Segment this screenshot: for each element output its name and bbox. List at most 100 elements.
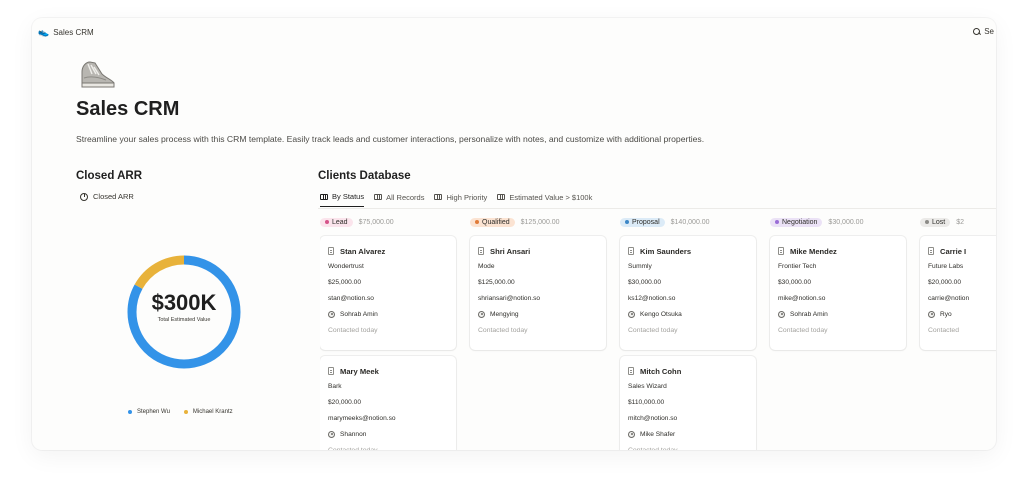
clients-database-heading: Clients Database: [318, 170, 411, 182]
client-card[interactable]: Mitch Cohn Sales Wizard $110,000.00 mitch@n…: [620, 356, 756, 450]
tab-label: Estimated Value > $100k: [509, 192, 593, 202]
tab-high-priority[interactable]: High Priority: [434, 192, 487, 207]
owner-name: Ryo: [940, 311, 952, 318]
donut-chart[interactable]: $300K Total Estimated Value: [124, 252, 244, 372]
status-badge[interactable]: Qualified: [470, 217, 515, 227]
notion-page-frame: 👟 Sales CRM Se Sales CRM Streamline your…: [32, 18, 996, 450]
status-dot-icon: [925, 220, 929, 224]
client-name: Stan Alvarez: [340, 246, 386, 256]
account-owner: Mengying: [478, 310, 598, 319]
status-badge[interactable]: Lost: [920, 217, 951, 227]
column-sum: $125,000.00: [520, 218, 560, 226]
company: Mode: [478, 263, 495, 270]
card-title[interactable]: Mitch Cohn: [628, 366, 748, 376]
board-column-negotiation: Negotiation $30,000.00 Mike Mendez Frontier…: [770, 216, 910, 350]
status-label: Qualified: [482, 218, 510, 226]
client-card[interactable]: Shri Ansari Mode $125,000.00 shriansari@not…: [470, 236, 606, 350]
page-icon: [778, 247, 784, 255]
status-badge[interactable]: Proposal: [620, 217, 665, 227]
estimated-value: $30,000.00: [778, 279, 812, 286]
status-dot-icon: [775, 220, 779, 224]
avatar: [328, 311, 335, 318]
closed-arr-heading: Closed ARR: [76, 170, 143, 182]
account-owner: Kengo Otsuka: [628, 310, 748, 319]
legend-label: Stephen Wu: [137, 409, 170, 415]
company: Bark: [328, 383, 342, 390]
search-label: Se: [984, 27, 994, 36]
page-icon: [628, 367, 634, 375]
last-contact: Contacted today: [328, 447, 448, 450]
table-icon: [497, 194, 506, 200]
owner-name: Shannon: [340, 431, 367, 438]
tab-by-status[interactable]: By Status: [320, 192, 365, 207]
account-owner: Shannon: [328, 430, 448, 439]
email[interactable]: shriansari@notion.so: [478, 295, 598, 304]
donut-total-value: $300K: [151, 290, 217, 315]
page-icon: [328, 367, 334, 375]
legend-label: Michael Krantz: [192, 409, 233, 415]
email[interactable]: mike@notion.so: [778, 295, 898, 304]
company: Sales Wizard: [628, 383, 667, 390]
email[interactable]: stan@notion.so: [328, 295, 448, 304]
status-label: Negotiation: [782, 218, 818, 226]
kanban-board: Lead $75,000.00 Stan Alvarez Wondertrust $25…: [320, 216, 996, 450]
legend-dot: [183, 410, 188, 414]
breadcrumb[interactable]: 👟 Sales CRM: [38, 27, 94, 38]
avatar: [928, 311, 935, 318]
estimated-value: $20,000.00: [328, 399, 362, 406]
avatar: [778, 311, 785, 318]
owner-name: Kengo Otsuka: [640, 311, 682, 318]
email[interactable]: marymeeks@notion.so: [328, 415, 448, 424]
estimated-value: $125,000.00: [478, 279, 515, 286]
tab-all-records[interactable]: All Records: [374, 192, 424, 207]
last-contact: Contacted: [928, 327, 959, 334]
status-dot-icon: [625, 220, 629, 224]
column-sum: $2: [956, 218, 965, 226]
owner-name: Mike Shafer: [640, 431, 676, 438]
board-column-proposal: Proposal $140,000.00 Kim Saunders Summly $30…: [620, 216, 760, 450]
client-card[interactable]: Mike Mendez Frontier Tech $30,000.00 mike@n…: [770, 236, 906, 350]
tab-label: High Priority: [446, 192, 488, 202]
owner-name: Sohrab Amin: [340, 311, 378, 318]
avatar: [478, 311, 485, 318]
card-title[interactable]: Mike Mendez: [778, 246, 898, 256]
status-badge[interactable]: Lead: [320, 217, 353, 227]
tab-label: All Records: [386, 192, 425, 202]
card-title[interactable]: Kim Saunders: [628, 246, 748, 256]
column-sum: $140,000.00: [670, 218, 710, 226]
email[interactable]: mitch@notion.so: [628, 415, 748, 424]
email[interactable]: carrie@notion: [928, 295, 996, 304]
email[interactable]: ks12@notion.so: [628, 295, 748, 304]
card-title[interactable]: Mary Meek: [328, 366, 448, 376]
closed-arr-view-tab[interactable]: Closed ARR: [80, 192, 134, 201]
client-card[interactable]: Kim Saunders Summly $30,000.00 ks12@notion.…: [620, 236, 756, 350]
column-sum: $30,000.00: [828, 218, 864, 226]
estimated-value: $30,000.00: [628, 279, 662, 286]
status-badge[interactable]: Negotiation: [770, 217, 823, 227]
top-bar: 👟 Sales CRM Se: [32, 18, 996, 46]
column-header: Lost $2: [920, 216, 996, 228]
search-button[interactable]: Se: [973, 27, 994, 36]
account-owner: Sohrab Amin: [328, 310, 448, 319]
tabs-divider: [318, 208, 996, 209]
tab-estimated-value[interactable]: Estimated Value > $100k: [497, 192, 592, 207]
last-contact: Contacted today: [778, 327, 828, 334]
client-card[interactable]: Stan Alvarez Wondertrust $25,000.00 stan@no…: [320, 236, 456, 350]
legend-item-stephen-wu: Stephen Wu: [128, 409, 170, 415]
client-card[interactable]: Carrie I Future Labs $20,000.00 carrie@noti…: [920, 236, 996, 350]
card-title[interactable]: Shri Ansari: [478, 246, 598, 256]
status-label: Lead: [332, 218, 348, 226]
page-title: Sales CRM: [76, 98, 180, 120]
client-name: Mary Meek: [340, 366, 379, 376]
account-owner: Mike Shafer: [628, 430, 748, 439]
account-owner: Ryo: [928, 310, 996, 319]
client-card[interactable]: Mary Meek Bark $20,000.00 marymeeks@notion.…: [320, 356, 456, 450]
client-name: Carrie I: [940, 246, 967, 256]
company: Future Labs: [928, 263, 964, 270]
company: Frontier Tech: [778, 263, 817, 270]
page-icon: [628, 247, 634, 255]
breadcrumb-title[interactable]: Sales CRM: [53, 28, 93, 37]
card-title[interactable]: Stan Alvarez: [328, 246, 448, 256]
column-header: Qualified $125,000.00: [470, 216, 610, 228]
card-title[interactable]: Carrie I: [928, 246, 996, 256]
